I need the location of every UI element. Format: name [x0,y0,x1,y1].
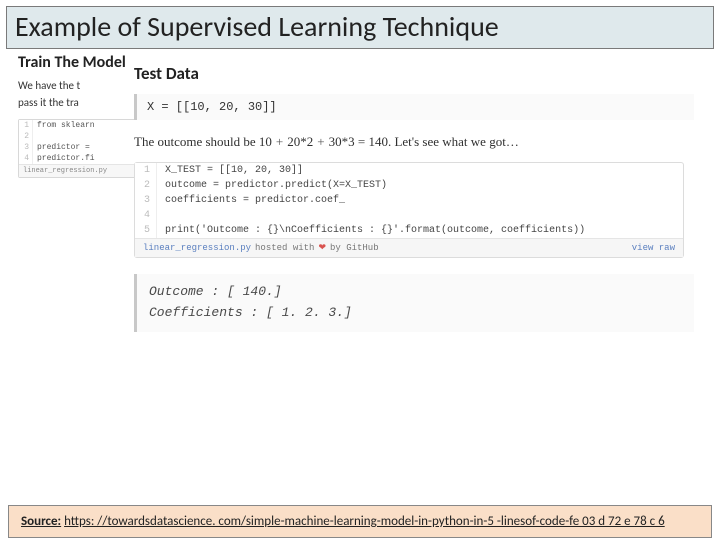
test-data-section: Test Data X = [[10, 20, 30]] The outcome… [134,63,694,332]
train-model-heading: Train The Model [18,53,148,72]
slide-title: Example of Supervised Learning Technique [6,6,714,49]
heart-icon: ❤ [318,243,326,253]
line-num: 2 [19,131,33,142]
line-num: 4 [19,153,33,164]
gist-test-snippet: 1X_TEST = [[10, 20, 30]] 2outcome = pred… [134,162,684,258]
expect-result: = 140. [355,134,392,149]
source-label: Source: [21,514,61,529]
line-num: 5 [135,223,157,238]
code-line: print('Outcome : {}\nCoefficients : {}'.… [157,223,593,238]
code-line: from sklearn [33,120,99,131]
line-num: 3 [19,142,33,153]
code-line [33,131,41,142]
expected-outcome-text: The outcome should be 10+20*2+30*3 = 140… [134,134,694,150]
output-line: Outcome : [ 140.] [149,282,682,303]
text-frag-2: pass it the tra [18,96,79,109]
code-line: outcome = predictor.predict(X=X_TEST) [157,178,395,193]
gist-view-raw-link[interactable]: view raw [632,243,675,253]
train-model-fragment: Train The Model We have the t pass it th… [18,53,148,178]
code-line: predictor = [33,142,94,153]
gist-filename-link[interactable]: linear_regression.py [143,243,251,253]
program-output: Outcome : [ 140.] Coefficients : [ 1. 2.… [134,274,694,332]
term: 30*3 [329,134,355,149]
line-num: 3 [135,193,157,208]
gist-train-snippet: 1from sklearn 2 3predictor = 4predictor.… [18,119,148,178]
term: 10 [259,134,272,149]
code-line: coefficients = predictor.coef_ [157,193,353,208]
plus-icon: + [313,134,328,149]
x-definition-code: X = [[10, 20, 30]] [134,94,694,120]
plus-icon: + [272,134,287,149]
slide-content: Train The Model We have the t pass it th… [0,49,720,332]
gist-footer: linear_regression.py [19,164,147,177]
expect-tail: Let's see what we got… [391,134,519,149]
code-line: X_TEST = [[10, 20, 30]] [157,163,311,178]
source-url[interactable]: https: //towardsdatascience. com/simple-… [64,514,665,529]
code-line: predictor.fi [33,153,99,164]
gist-footer: linear_regression.py hosted with ❤ by Gi… [135,238,683,257]
term: 20*2 [287,134,313,149]
gist-by-text: by GitHub [330,243,379,253]
line-num: 4 [135,208,157,223]
expect-prefix: The outcome should be [134,134,259,149]
line-num: 1 [135,163,157,178]
train-model-text: We have the t pass it the tra [18,78,148,111]
text-frag-1: We have the t [18,79,80,92]
line-num: 1 [19,120,33,131]
code-line [157,208,173,223]
source-citation: Source: https: //towardsdatascience. com… [8,505,712,538]
output-line: Coefficients : [ 1. 2. 3.] [149,303,682,324]
line-num: 2 [135,178,157,193]
test-data-heading: Test Data [134,63,694,84]
gist-hosted-text: hosted with [255,243,314,253]
